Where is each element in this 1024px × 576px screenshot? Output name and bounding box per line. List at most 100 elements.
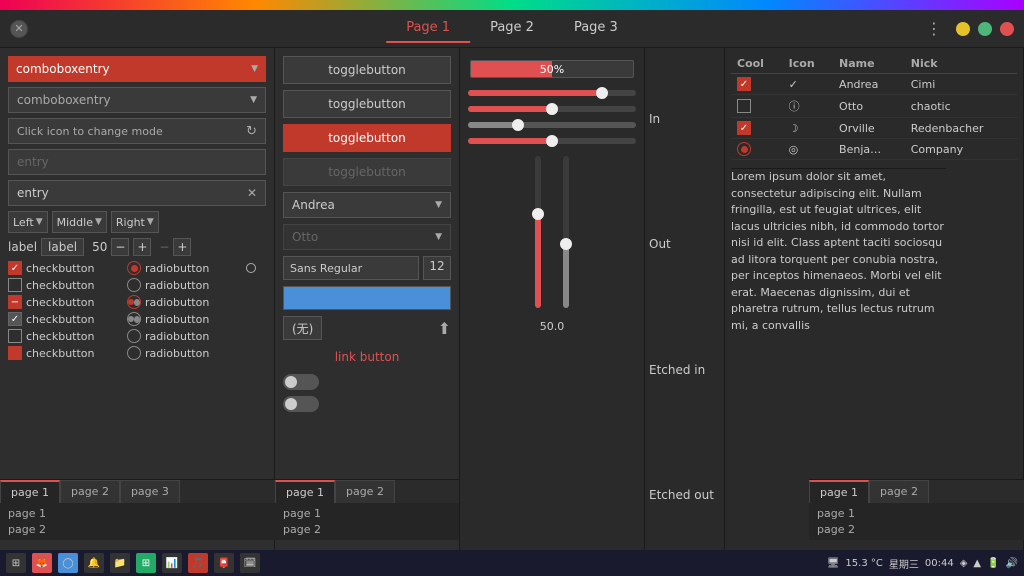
radiobutton-6[interactable]: radiobutton	[127, 346, 243, 360]
tab-page3[interactable]: Page 3	[554, 14, 638, 43]
page-tab-r-1[interactable]: page 1	[809, 480, 869, 503]
page-tab-left-1[interactable]: page 1	[0, 480, 60, 503]
tab-page1[interactable]: Page 1	[386, 14, 470, 43]
switch-1[interactable]	[283, 374, 319, 390]
battery-icon: 🔋	[987, 558, 999, 569]
table-row[interactable]: ⓘ Otto chaotic	[731, 95, 1017, 118]
hslider-3[interactable]	[468, 122, 636, 128]
null-box[interactable]: (无)	[283, 316, 322, 340]
hslider-row-4	[464, 136, 640, 146]
pc-icon: 🖥	[827, 558, 840, 569]
switch-2[interactable]	[283, 396, 319, 412]
checkbutton-1[interactable]: ✓ checkbutton	[8, 261, 124, 275]
label-etched-in: Etched in	[649, 363, 720, 377]
label-box-1[interactable]: label	[41, 238, 84, 256]
radiobutton-4[interactable]: radiobutton	[127, 312, 243, 326]
name-1: Andrea	[833, 74, 905, 95]
menu-button[interactable]: ⋮	[920, 17, 948, 40]
apps-icon[interactable]: ⊞	[6, 553, 26, 573]
page-tab-left-2[interactable]: page 2	[60, 480, 120, 503]
app-icon-2[interactable]: 📊	[162, 553, 182, 573]
font-select[interactable]: Sans Regular	[283, 256, 419, 280]
combo-entry-1[interactable]: comboboxentry ▼	[8, 56, 266, 82]
radiobutton-3[interactable]: radiobutton	[127, 295, 243, 309]
close-button[interactable]: ✕	[10, 20, 28, 38]
page-tab-r-2[interactable]: page 2	[869, 480, 929, 503]
app-icon-5[interactable]: 🗓	[240, 553, 260, 573]
page-tab-middle-1[interactable]: page 1	[275, 480, 335, 503]
checkbutton-6[interactable]: checkbutton	[8, 346, 124, 360]
entry-field-1[interactable]: entry	[8, 149, 266, 175]
hslider-2[interactable]	[468, 106, 636, 112]
chevron-down-icon: ▼	[251, 64, 258, 74]
checkbutton-4[interactable]: ✓ checkbutton	[8, 312, 124, 326]
circle-green[interactable]	[978, 22, 992, 36]
title-bar-left: ✕	[10, 20, 28, 38]
checkbutton-3[interactable]: − checkbutton	[8, 295, 124, 309]
table-row[interactable]: ◎ Benja… Company	[731, 139, 1017, 160]
checkbutton-5[interactable]: checkbutton	[8, 329, 124, 343]
label-in: In	[649, 112, 720, 126]
hslider-4[interactable]	[468, 138, 636, 144]
col-icon: Icon	[783, 54, 833, 74]
click-icon-entry: Click icon to change mode ↻	[8, 118, 266, 144]
refresh-icon[interactable]: ↻	[246, 124, 257, 139]
vslider-red[interactable]	[528, 156, 548, 308]
togglebutton-3[interactable]: togglebutton	[283, 124, 451, 152]
firefox-icon[interactable]: 🦊	[32, 553, 52, 573]
app-icon-4[interactable]: 📮	[214, 553, 234, 573]
radio-icon-1	[127, 261, 141, 275]
page-tab-left-3[interactable]: page 3	[120, 480, 180, 503]
speaker-icon: 🔊	[1006, 558, 1018, 569]
spin-plus-2[interactable]: +	[173, 238, 191, 256]
align-left-combo[interactable]: Left ▼	[8, 211, 48, 233]
clear-icon[interactable]: ✕	[247, 186, 257, 200]
title-bar-right: ⋮	[920, 17, 1014, 40]
upload-icon[interactable]: ⬆	[438, 319, 451, 338]
circle-yellow[interactable]	[956, 22, 970, 36]
chrome-icon[interactable]: ◯	[58, 553, 78, 573]
check-radio-grid: ✓ checkbutton radiobutton checkbutton ra…	[8, 261, 266, 360]
progress-label: 50%	[471, 61, 633, 77]
page-tab-middle-2[interactable]: page 2	[335, 480, 395, 503]
togglebutton-4[interactable]: togglebutton	[283, 158, 451, 186]
spin-plus[interactable]: +	[133, 238, 151, 256]
app-icon-1[interactable]: ⊞	[136, 553, 156, 573]
vslider-gray[interactable]	[556, 156, 576, 308]
progress-bar: 50%	[470, 60, 634, 78]
align-middle-combo[interactable]: Middle ▼	[52, 211, 107, 233]
spin-minus[interactable]: −	[111, 238, 129, 256]
notify-icon[interactable]: 🔔	[84, 553, 104, 573]
combo-entry-2[interactable]: comboboxentry ▼	[8, 87, 266, 113]
files-icon[interactable]: 📁	[110, 553, 130, 573]
icon-2: ⓘ	[783, 95, 833, 118]
page-tab-bar-left: page 1 page 2 page 3	[0, 480, 275, 503]
col-cool: Cool	[731, 54, 783, 74]
table-row[interactable]: ✓ ☽ Orville Redenbacher	[731, 118, 1017, 139]
link-button[interactable]: link button	[283, 346, 451, 368]
spin-dash: −	[159, 240, 169, 254]
icon-3: ☽	[783, 118, 833, 139]
color-preview[interactable]	[283, 286, 451, 310]
hslider-1[interactable]	[468, 90, 636, 96]
radiobutton-1[interactable]: radiobutton	[127, 261, 243, 275]
null-row: (无) ⬆	[283, 316, 451, 340]
align-right-combo[interactable]: Right ▼	[111, 211, 159, 233]
main-content: comboboxentry ▼ comboboxentry ▼ Click ic…	[0, 48, 1024, 566]
table-row[interactable]: ✓ ✓ Andrea Cimi	[731, 74, 1017, 95]
checkbutton-2[interactable]: checkbutton	[8, 278, 124, 292]
font-size-input[interactable]: 12	[423, 256, 451, 280]
togglebutton-1[interactable]: togglebutton	[283, 56, 451, 84]
app-icon-3[interactable]: 🎵	[188, 553, 208, 573]
label-row: label label 50 − + − +	[8, 238, 266, 256]
entry-field-2[interactable]: entry ✕	[8, 180, 266, 206]
togglebutton-2[interactable]: togglebutton	[283, 90, 451, 118]
tab-page2[interactable]: Page 2	[470, 14, 554, 43]
radio-icon-5	[127, 329, 141, 343]
circle-red[interactable]	[1000, 22, 1014, 36]
radiobutton-2[interactable]: radiobutton	[127, 278, 243, 292]
label-text-1: label	[8, 240, 37, 254]
combo-andrea[interactable]: Andrea ▼	[283, 192, 451, 218]
radiobutton-5[interactable]: radiobutton	[127, 329, 243, 343]
radio-icon-3	[127, 295, 141, 309]
